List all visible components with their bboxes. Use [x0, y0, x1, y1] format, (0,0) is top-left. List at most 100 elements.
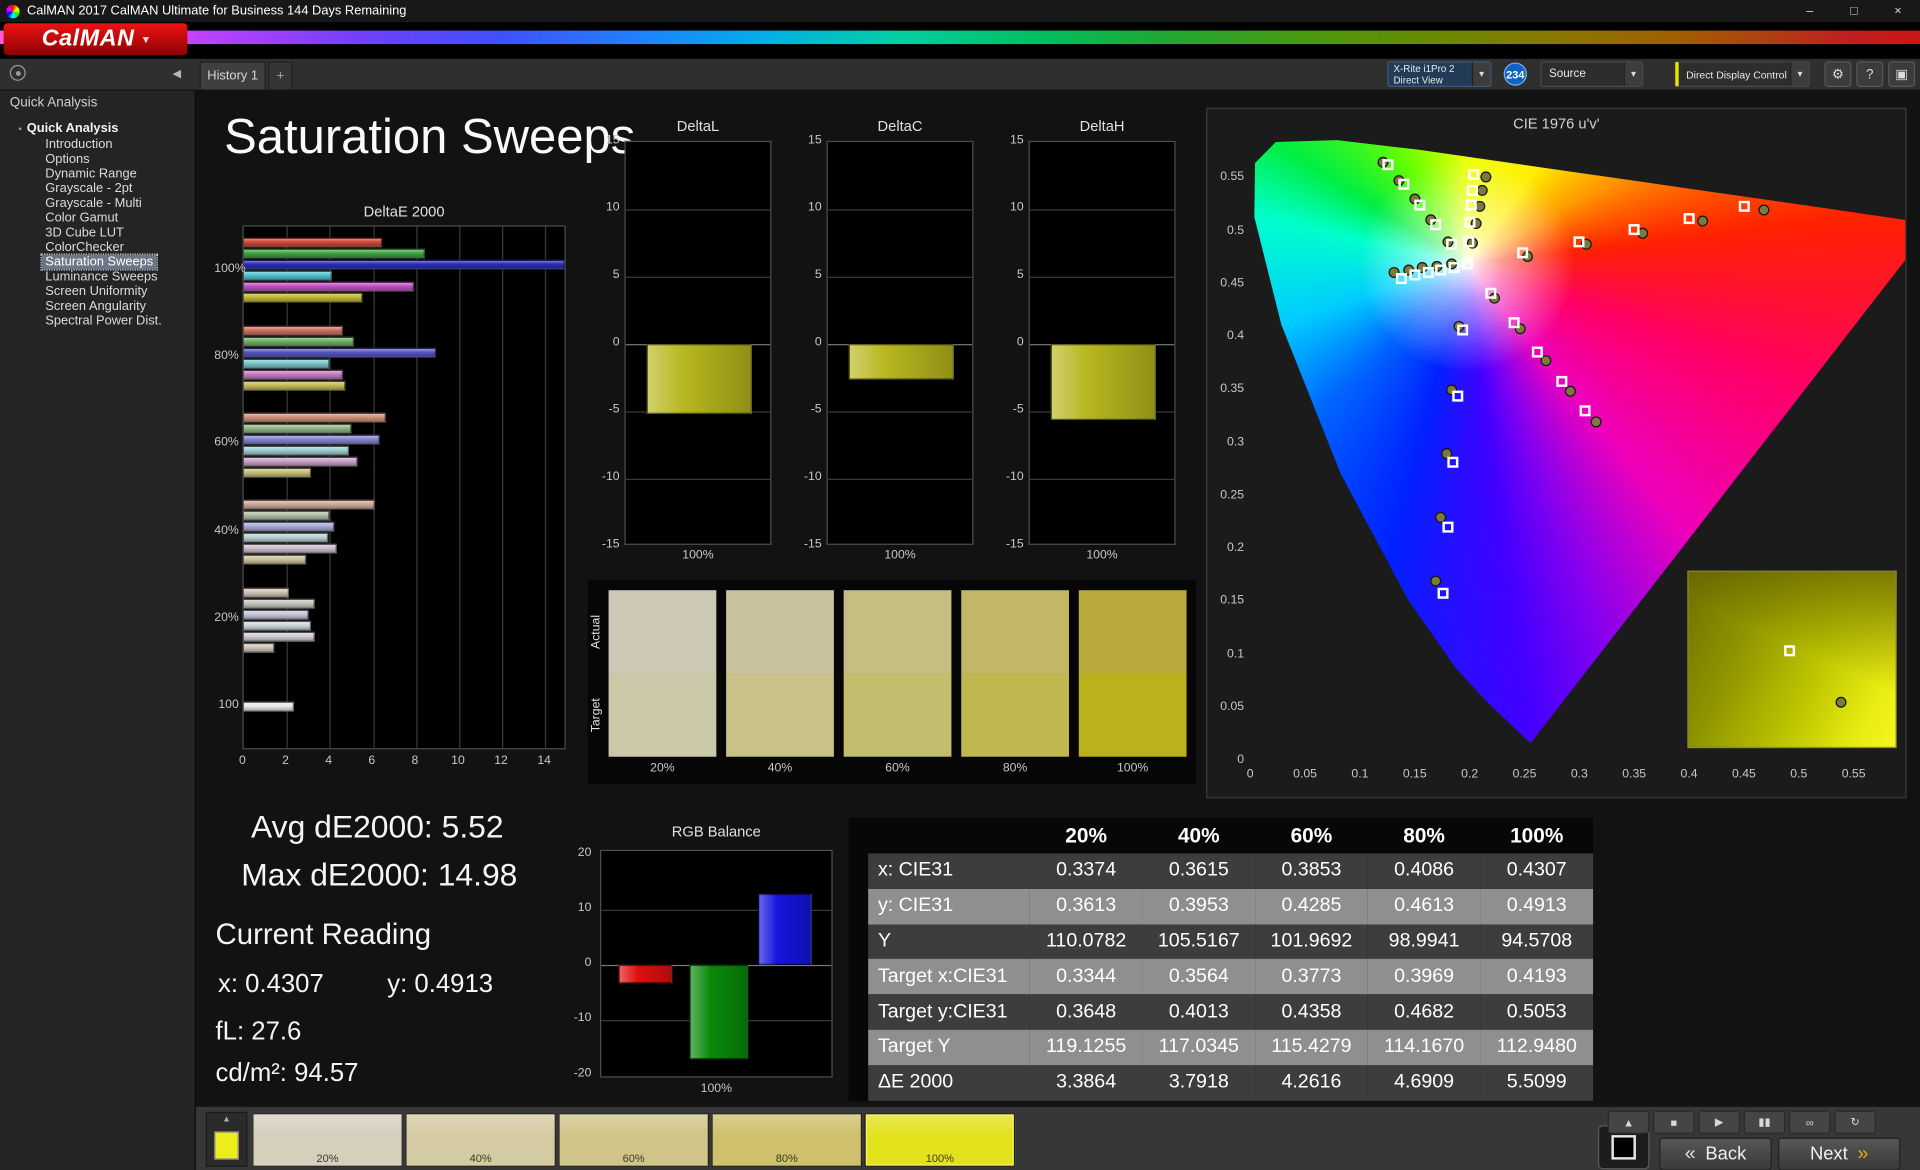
inset-measured-point	[1835, 696, 1847, 708]
close-button[interactable]: ×	[1876, 0, 1920, 22]
target-point-blue	[1456, 324, 1468, 336]
help-button[interactable]: ?	[1856, 61, 1884, 87]
de-bar	[243, 587, 289, 597]
sidebar-item-colorchecker[interactable]: ColorChecker	[0, 240, 195, 255]
row-strip	[848, 923, 869, 960]
cie-x-tick: 0.5	[1790, 767, 1808, 782]
footer-swatch-40[interactable]: 40%	[405, 1113, 556, 1167]
footer-swatch-100[interactable]: 100%	[864, 1113, 1016, 1167]
measured-point-yellow	[1479, 171, 1491, 183]
sidebar-item-options[interactable]: Options	[0, 152, 195, 167]
de-bar	[243, 380, 345, 391]
sidebar-item-introduction[interactable]: Introduction	[0, 137, 195, 152]
next-button[interactable]: Next »	[1777, 1137, 1901, 1170]
table-cell: 110.0782	[1029, 923, 1143, 960]
footer-swatch-80[interactable]: 80%	[711, 1113, 863, 1167]
delta-bar	[1050, 344, 1156, 420]
stop-button[interactable]: ■	[1653, 1110, 1695, 1134]
de-bar	[243, 270, 333, 281]
x-tick-label: 0	[239, 754, 246, 768]
sidebar-item-screen-angularity[interactable]: Screen Angularity	[0, 299, 195, 314]
maximize-button[interactable]: □	[1832, 0, 1876, 22]
table-row-y-cie31: y: CIE31 0.3613 0.3953 0.4285 0.4613 0.4913	[848, 888, 1594, 924]
gridline	[286, 226, 288, 749]
back-button[interactable]: « Back	[1659, 1137, 1772, 1170]
eject-button[interactable]: ▲	[1607, 1110, 1650, 1134]
settings-gear-button[interactable]: ⚙	[1824, 61, 1852, 87]
column-header-40: 40%	[1142, 817, 1256, 854]
y-tick-label: 0	[1016, 335, 1024, 349]
sidebar-item-label: Saturation Sweeps	[40, 253, 159, 271]
app-icon	[6, 4, 20, 18]
y-value: 0.4913	[414, 969, 494, 998]
table-cell: 112.9480	[1480, 1029, 1594, 1066]
column-header-100: 100%	[1480, 817, 1594, 854]
current-xy-reading: x: 0.4307 y: 0.4913	[217, 969, 494, 998]
inset-target-point	[1784, 645, 1796, 657]
gridline	[625, 209, 771, 211]
sidebar-item-label: Screen Angularity	[45, 298, 147, 314]
play-button[interactable]: ▶	[1698, 1110, 1741, 1134]
group-label-40: 40%	[214, 523, 239, 538]
sidebar-item-spectral-power-dist[interactable]: Spectral Power Dist.	[0, 313, 195, 328]
de-bar	[243, 499, 376, 510]
de-bar	[243, 292, 363, 303]
display-control-dropdown[interactable]: Direct Display Control ▾	[1675, 61, 1810, 87]
measured-point-magenta	[1590, 415, 1602, 427]
sidebar-collapse-icon[interactable]: ◀	[173, 67, 181, 80]
sidebar-item-saturation-sweeps[interactable]: Saturation Sweeps	[0, 253, 195, 271]
source-select-dropdown[interactable]: Source ▾	[1540, 61, 1644, 87]
display-layout-button[interactable]: ▣	[1888, 61, 1916, 87]
actual-swatch-60	[843, 590, 952, 674]
y-tick-label: 15	[808, 133, 822, 147]
target-point-cyan	[1422, 267, 1434, 279]
table-cell: 0.4307	[1480, 853, 1594, 889]
measured-point-yellow	[1477, 185, 1489, 197]
deltac-plot	[826, 140, 974, 545]
cie-x-tick: 0.15	[1402, 767, 1427, 782]
row-label: Target Y	[868, 1029, 1030, 1066]
chevron-down-icon: ▾	[1471, 62, 1491, 86]
table-cell: 0.4358	[1255, 994, 1368, 1030]
meter-select-dropdown[interactable]: X-Rite i1Pro 2 Direct View ▾	[1387, 61, 1492, 87]
rgb-balance-plot	[600, 849, 833, 1078]
footer-bar: ▲ « Back Next » 20% 40% 60% 80% 100% ▲ ■ ▶ ▮▮ ∞ ↻	[195, 1105, 1920, 1170]
y-tick-label: -15	[601, 537, 620, 552]
sidebar-item-label: Color Gamut	[45, 210, 119, 226]
y-tick-label: 5	[612, 268, 620, 282]
chevron-down-icon: ▾	[1790, 62, 1809, 86]
add-tab-button[interactable]: +	[268, 61, 293, 90]
loop-button[interactable]: ∞	[1788, 1110, 1831, 1134]
footer-swatch-label: 20%	[316, 1152, 339, 1165]
gridline	[827, 478, 973, 481]
x-tick-label: 8	[411, 754, 419, 768]
sidebar-item-screen-uniformity[interactable]: Screen Uniformity	[0, 284, 195, 299]
sidebar-item-dynamic-range[interactable]: Dynamic Range	[0, 167, 195, 182]
de-bar	[243, 248, 425, 259]
y-tick-label: -5	[810, 402, 822, 417]
footer-swatch-label: 60%	[622, 1152, 645, 1165]
workflow-home-button[interactable]	[9, 64, 26, 81]
refresh-button[interactable]: ↻	[1834, 1110, 1876, 1134]
cie-y-tick: 0.25	[1220, 488, 1245, 502]
sidebar-item-3d-cube-lut[interactable]: 3D Cube LUT	[0, 225, 195, 240]
tab-history-1[interactable]: History 1	[199, 61, 266, 90]
gridline	[372, 226, 375, 749]
target-point-magenta	[1579, 405, 1591, 417]
pause-button[interactable]: ▮▮	[1743, 1110, 1786, 1134]
sidebar-root-node[interactable]: ▪ Quick Analysis	[0, 121, 195, 137]
de-bar	[243, 532, 328, 543]
patch-preview-panel[interactable]: ▲	[205, 1111, 248, 1167]
sidebar-item-luminance-sweeps[interactable]: Luminance Sweeps	[0, 269, 195, 284]
calman-logo-menu[interactable]: CalMAN ▾	[3, 23, 188, 56]
sidebar-item-grayscale-2pt[interactable]: Grayscale - 2pt	[0, 181, 195, 196]
sidebar-item-color-gamut[interactable]: Color Gamut	[0, 211, 195, 226]
minimize-button[interactable]: –	[1788, 0, 1832, 22]
table-cell: 0.5053	[1480, 994, 1594, 1030]
sidebar-item-label: Luminance Sweeps	[45, 269, 158, 285]
measured-point-red	[1696, 215, 1708, 227]
table-cell: 4.6909	[1367, 1065, 1481, 1101]
sidebar-item-grayscale-multi[interactable]: Grayscale - Multi	[0, 196, 195, 211]
footer-swatch-60[interactable]: 60%	[558, 1113, 709, 1167]
footer-swatch-20[interactable]: 20%	[252, 1113, 403, 1167]
